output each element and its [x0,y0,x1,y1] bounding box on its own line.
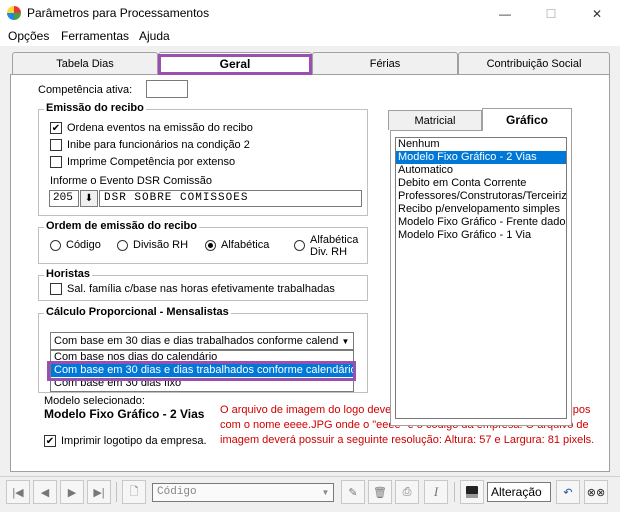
model-list[interactable]: Nenhum Modelo Fixo Gráfico - 2 Vias Auto… [395,137,567,419]
radio-alfabetica[interactable] [205,240,216,251]
window-title: Parâmetros para Processamentos [27,6,210,20]
dsr-description-field: DSR SOBRE COMISSOES [99,190,362,207]
tab-grafico[interactable]: Gráfico [482,108,572,131]
list-item[interactable]: Recibo p/envelopamento simples [396,203,566,216]
modelo-label: Modelo selecionado: [44,395,145,407]
prev-record-button[interactable]: ◀ [33,480,57,504]
inibe-funcionarios-label: Inibe para funcionários na condição 2 [67,139,250,151]
dropdown-option-highlight [47,361,356,381]
new-doc-icon: 🗋 [129,485,139,498]
calculo-select[interactable]: Com base em 30 dias e dias trabalhados c… [50,332,354,350]
imprimir-logotipo-checkbox[interactable]: ✔ [44,435,56,447]
dsr-label: Informe o Evento DSR Comissão [50,175,213,187]
ordena-eventos-checkbox[interactable]: ✔ [50,122,62,134]
new-doc-button[interactable]: 🗋 [122,480,146,504]
radio-alfabetica-label: Alfabética [221,239,270,251]
first-record-button[interactable]: |◀ [6,480,30,504]
imprime-competencia-label: Imprime Competência por extenso [67,156,236,168]
chevron-down-icon[interactable]: ▼ [338,333,353,349]
inibe-funcionarios-checkbox[interactable] [50,139,62,151]
delete-button[interactable]: 🗑 [368,480,392,504]
toolbar-separator [116,482,117,502]
undo-icon: ↶ [563,486,573,499]
list-item[interactable]: Modelo Fixo Gráfico - Frente dados [396,216,566,229]
radio-codigo-label: Código [66,239,101,251]
radio-alfabetica-div-rh-label: Alfabética Div. RH [310,234,358,258]
tab-ferias[interactable]: Férias [312,52,458,74]
minimize-button[interactable]: — [482,0,528,28]
italic-icon: I [433,484,439,499]
printer-icon: ⎙ [402,485,412,498]
last-record-button[interactable]: ▶| [87,480,111,504]
next-record-button[interactable]: ▶ [60,480,84,504]
trash-icon: 🗑 [373,486,387,499]
imprimir-logotipo-label: Imprimir logotipo da empresa. [61,435,207,447]
sal-familia-label: Sal. família c/base nas horas efetivamen… [67,283,335,295]
radio-codigo[interactable] [50,240,61,251]
list-item[interactable]: Professores/Construtoras/Terceirizadas [396,190,566,203]
ordena-eventos-label: Ordena eventos na emissão do recibo [67,122,253,134]
tab-matricial[interactable]: Matricial [388,110,482,130]
toolbar-separator [454,482,455,502]
chevron-down-icon[interactable]: ▼ [318,484,333,501]
calculo-title: Cálculo Proporcional - Mensalistas [44,306,231,318]
edit-button[interactable]: ✎ [341,480,365,504]
radio-divisao-rh[interactable] [117,240,128,251]
maximize-button[interactable]: ☐ [528,0,574,28]
save-button[interactable] [460,480,484,504]
dsr-lookup-button[interactable]: ⬇ [80,190,98,207]
last-icon: ▶| [93,486,105,499]
list-item[interactable]: Debito em Conta Corrente [396,177,566,190]
tab-contribuicao-social[interactable]: Contribuição Social [458,52,610,74]
app-icon [7,6,21,20]
modelo-value: Modelo Fixo Gráfico - 2 Vias [44,407,205,421]
radio-alfabetica-div-rh-line1: Alfabética [310,234,359,246]
menu-ferramentas[interactable]: Ferramentas [61,29,129,43]
print-button[interactable]: ⎙ [395,480,419,504]
codigo-search-input[interactable]: Código [152,483,334,502]
list-item[interactable]: Modelo Fixo Gráfico - 1 Via [396,229,566,242]
competencia-label: Competência ativa: [38,84,133,96]
tab-matricial-label: Matricial [414,114,456,127]
radio-alfabetica-div-rh[interactable] [294,240,305,251]
close-button[interactable]: ✕ [574,0,620,28]
list-item[interactable]: Modelo Fixo Gráfico - 2 Vias [396,151,566,164]
sal-familia-checkbox[interactable] [50,283,62,295]
find-button[interactable]: ⊗⊗ [584,480,608,504]
imprime-competencia-checkbox[interactable] [50,156,62,168]
italic-button[interactable]: I [424,480,448,504]
dsr-code-input[interactable]: 205 [49,190,79,207]
binoculars-icon: ⊗⊗ [586,486,606,499]
save-icon [466,486,478,498]
horistas-title: Horistas [44,268,93,280]
prev-icon: ◀ [40,486,50,499]
competencia-input[interactable] [146,80,188,98]
ordem-title: Ordem de emissão do recibo [44,220,199,232]
list-item[interactable]: Automatico [396,164,566,177]
emissao-title: Emissão do recibo [44,102,146,114]
edit-icon: ✎ [348,486,358,499]
download-arrow-icon: ⬇ [84,193,94,204]
tab-grafico-label: Gráfico [505,113,548,127]
undo-button[interactable]: ↶ [556,480,580,504]
list-item[interactable]: Nenhum [396,138,566,151]
menu-opcoes[interactable]: Opções [8,29,49,43]
next-icon: ▶ [67,486,77,499]
mode-field: Alteração [487,482,551,502]
radio-alfabetica-div-rh-line2: Div. RH [310,246,348,258]
tab-tabela-dias[interactable]: Tabela Dias [12,52,158,74]
first-icon: |◀ [12,486,24,499]
menu-ajuda[interactable]: Ajuda [139,29,170,43]
tab-geral-highlight [158,54,312,75]
radio-divisao-rh-label: Divisão RH [133,239,189,251]
